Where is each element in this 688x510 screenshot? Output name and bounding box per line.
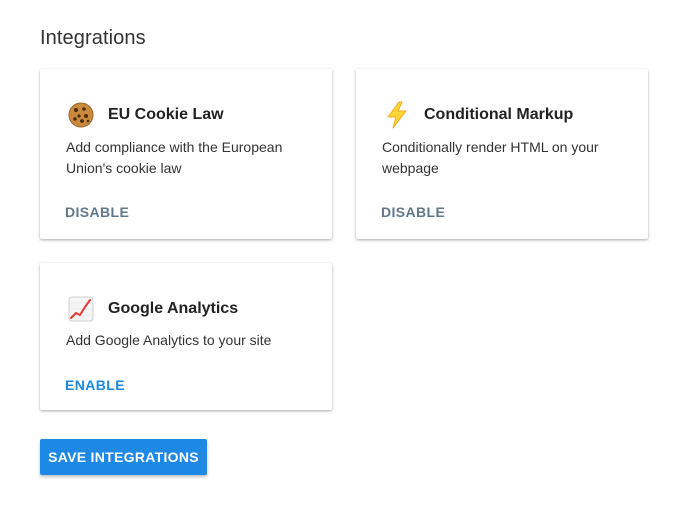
chart-increasing-icon xyxy=(67,295,95,323)
card-description: Conditionally render HTML on your webpag… xyxy=(382,139,599,176)
cookie-icon xyxy=(67,101,95,129)
lightning-icon xyxy=(383,101,411,129)
card-header: Google Analytics xyxy=(67,294,238,324)
save-integrations-button[interactable]: SAVE INTEGRATIONS xyxy=(40,439,207,475)
card-title: Google Analytics xyxy=(108,300,239,317)
integration-card-google-analytics: Google Analytics Add Google Analytics to… xyxy=(40,263,332,410)
page-title: Integrations xyxy=(40,27,146,49)
disable-button[interactable]: DISABLE xyxy=(381,204,445,220)
card-title: EU Cookie Law xyxy=(108,106,224,123)
card-description: Add Google Analytics to your site xyxy=(66,332,272,348)
card-description: Add compliance with the European Union's… xyxy=(66,139,283,176)
enable-button[interactable]: ENABLE xyxy=(65,377,125,393)
integrations-page: Integrations EU Cookie Law Add complianc… xyxy=(0,0,688,510)
integration-card-conditional-markup: Conditional Markup Conditionally render … xyxy=(356,69,648,239)
integration-card-eu-cookie-law: EU Cookie Law Add compliance with the Eu… xyxy=(40,69,332,239)
card-header: EU Cookie Law xyxy=(67,100,224,130)
disable-button[interactable]: DISABLE xyxy=(65,204,129,220)
card-header: Conditional Markup xyxy=(383,100,573,130)
card-title: Conditional Markup xyxy=(424,106,574,123)
